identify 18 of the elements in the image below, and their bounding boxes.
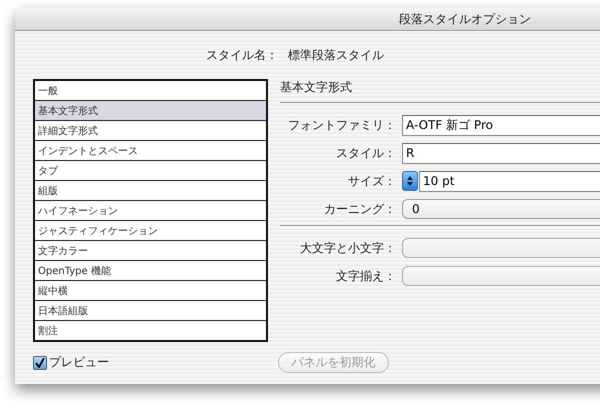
stepper-icon[interactable] xyxy=(402,171,418,191)
preview-label: プレビュー xyxy=(49,354,109,371)
field-label: スタイル： xyxy=(335,144,396,162)
field-label: フォントファミリ： xyxy=(287,116,396,134)
combo-field[interactable]: 0 xyxy=(402,199,600,219)
size-field[interactable]: 10 pt xyxy=(419,170,600,192)
section-title: 基本文字形式 xyxy=(280,79,353,96)
text-field[interactable]: A-OTF 新ゴ Pro xyxy=(402,114,600,136)
style-name-label: スタイル名： xyxy=(205,46,278,64)
field-label: 文字揃え： xyxy=(335,268,396,284)
field-label: 大文字と小文字： xyxy=(299,240,396,256)
category-item[interactable]: 基本文字形式 xyxy=(35,100,266,120)
text-field[interactable]: R xyxy=(402,142,600,164)
style-name-value: 標準段落スタイル xyxy=(288,46,384,64)
window-title: 段落スタイルオプション xyxy=(399,10,531,28)
checkbox[interactable] xyxy=(33,356,47,370)
field-label: カーニング： xyxy=(323,200,396,218)
field-label: サイズ： xyxy=(347,172,396,190)
